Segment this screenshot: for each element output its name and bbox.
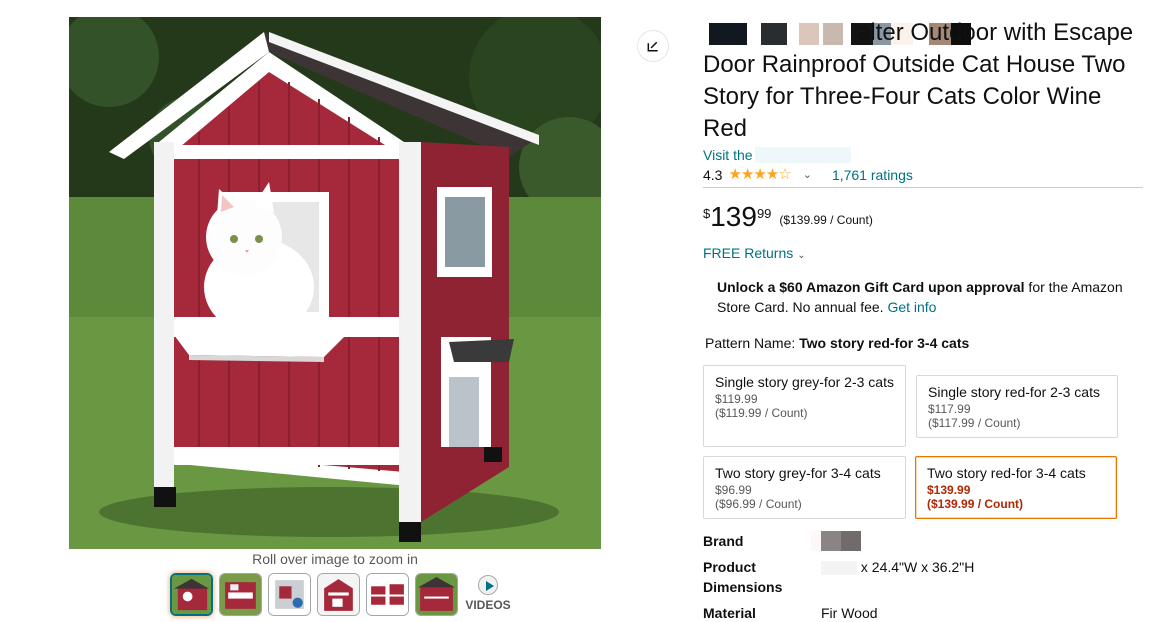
redacted-store-name [755, 147, 851, 163]
share-icon [647, 41, 658, 52]
pattern-label-text: Pattern Name: [705, 335, 796, 351]
option-price: $117.99 [928, 402, 971, 416]
gift-card-bold: Unlock a $60 Amazon Gift Card upon appro… [717, 279, 1025, 295]
thumbnail-6[interactable] [415, 573, 458, 616]
option-unit-price: ($119.99 / Count) [715, 406, 808, 420]
redacted-brand [811, 531, 861, 551]
ratings-count-link[interactable]: 1,761 ratings [832, 165, 913, 185]
option-price: $139.99 [927, 483, 971, 497]
thumbnail-strip: VIDEOS [170, 573, 512, 616]
pattern-option-single-red[interactable]: Single story red-for 2-3 cats $117.99 ($… [916, 375, 1118, 438]
rating-row: 4.3 ★★★★☆ ⌄ 1,761 ratings [703, 165, 1143, 185]
product-title: Door Rainproof Outside Cat House Two Sto… [703, 51, 1126, 142]
main-product-image[interactable] [69, 17, 601, 549]
spec-value: x 24.4"W x 36.2"H [821, 557, 974, 577]
star-rating-icon[interactable]: ★★★★☆ [728, 165, 791, 185]
zoom-hint: Roll over image to zoom in [252, 551, 418, 567]
pattern-option-two-red[interactable]: Two story red-for 3-4 cats $139.99 ($139… [915, 456, 1117, 519]
free-returns-link[interactable]: FREE Returns ⌄ [703, 245, 1143, 261]
spec-value: Fir Wood [821, 605, 878, 621]
chevron-down-icon: ⌄ [797, 250, 806, 261]
option-name: Two story grey-for 3-4 cats [715, 465, 881, 481]
gift-card-offer: Unlock a $60 Amazon Gift Card upon appro… [717, 277, 1145, 317]
product-details: alter Outdoor with Escape Door Rainproof… [703, 17, 1143, 351]
price-block: $ 139 99 ($139.99 / Count) [703, 203, 1143, 231]
option-unit-price: ($96.99 / Count) [715, 497, 802, 511]
free-returns-label: FREE Returns [703, 245, 794, 261]
divider [703, 187, 1143, 188]
thumbnail-4[interactable] [317, 573, 360, 616]
cat-house-image [69, 17, 601, 549]
title-partial-top: alter Outdoor with Escape [857, 19, 1134, 46]
option-price: $96.99 [715, 483, 752, 497]
store-byline-link[interactable]: Visit the Store [703, 145, 1143, 165]
option-name: Single story red-for 2-3 cats [928, 384, 1100, 400]
rating-value: 4.3 [703, 167, 723, 183]
pattern-option-two-grey[interactable]: Two story grey-for 3-4 cats $96.99 ($96.… [703, 456, 906, 519]
spec-value [811, 531, 861, 556]
option-price: $119.99 [715, 392, 758, 406]
videos-label: VIDEOS [465, 598, 511, 612]
get-info-link[interactable]: Get info [887, 299, 936, 315]
option-unit-price: ($139.99 / Count) [927, 497, 1024, 511]
thumbnail-3[interactable] [268, 573, 311, 616]
share-button[interactable] [637, 30, 669, 62]
spec-key: Product Dimensions [703, 559, 783, 595]
play-icon [478, 575, 498, 595]
spec-key: Material [703, 605, 756, 621]
price-per-unit: ($139.99 / Count) [779, 213, 873, 227]
pattern-option-single-grey[interactable]: Single story grey-for 2-3 cats $119.99 (… [703, 365, 906, 447]
pattern-selected-value: Two story red-for 3-4 cats [799, 335, 970, 351]
option-name: Single story grey-for 2-3 cats [715, 374, 894, 390]
pattern-name-label: Pattern Name: Two story red-for 3-4 cats [705, 335, 1143, 351]
chevron-down-icon[interactable]: ⌄ [803, 165, 812, 185]
option-name: Two story red-for 3-4 cats [927, 465, 1086, 481]
price-symbol: $ [703, 206, 711, 221]
spec-key: Brand [703, 533, 744, 549]
thumbnail-1[interactable] [170, 573, 213, 616]
price-whole: 139 [710, 201, 757, 232]
videos-thumbnail[interactable]: VIDEOS [464, 573, 512, 616]
thumbnail-2[interactable] [219, 573, 262, 616]
thumbnail-5[interactable] [366, 573, 409, 616]
redacted-depth [821, 561, 857, 576]
option-unit-price: ($117.99 / Count) [928, 416, 1021, 430]
price-fraction: 99 [756, 206, 772, 221]
